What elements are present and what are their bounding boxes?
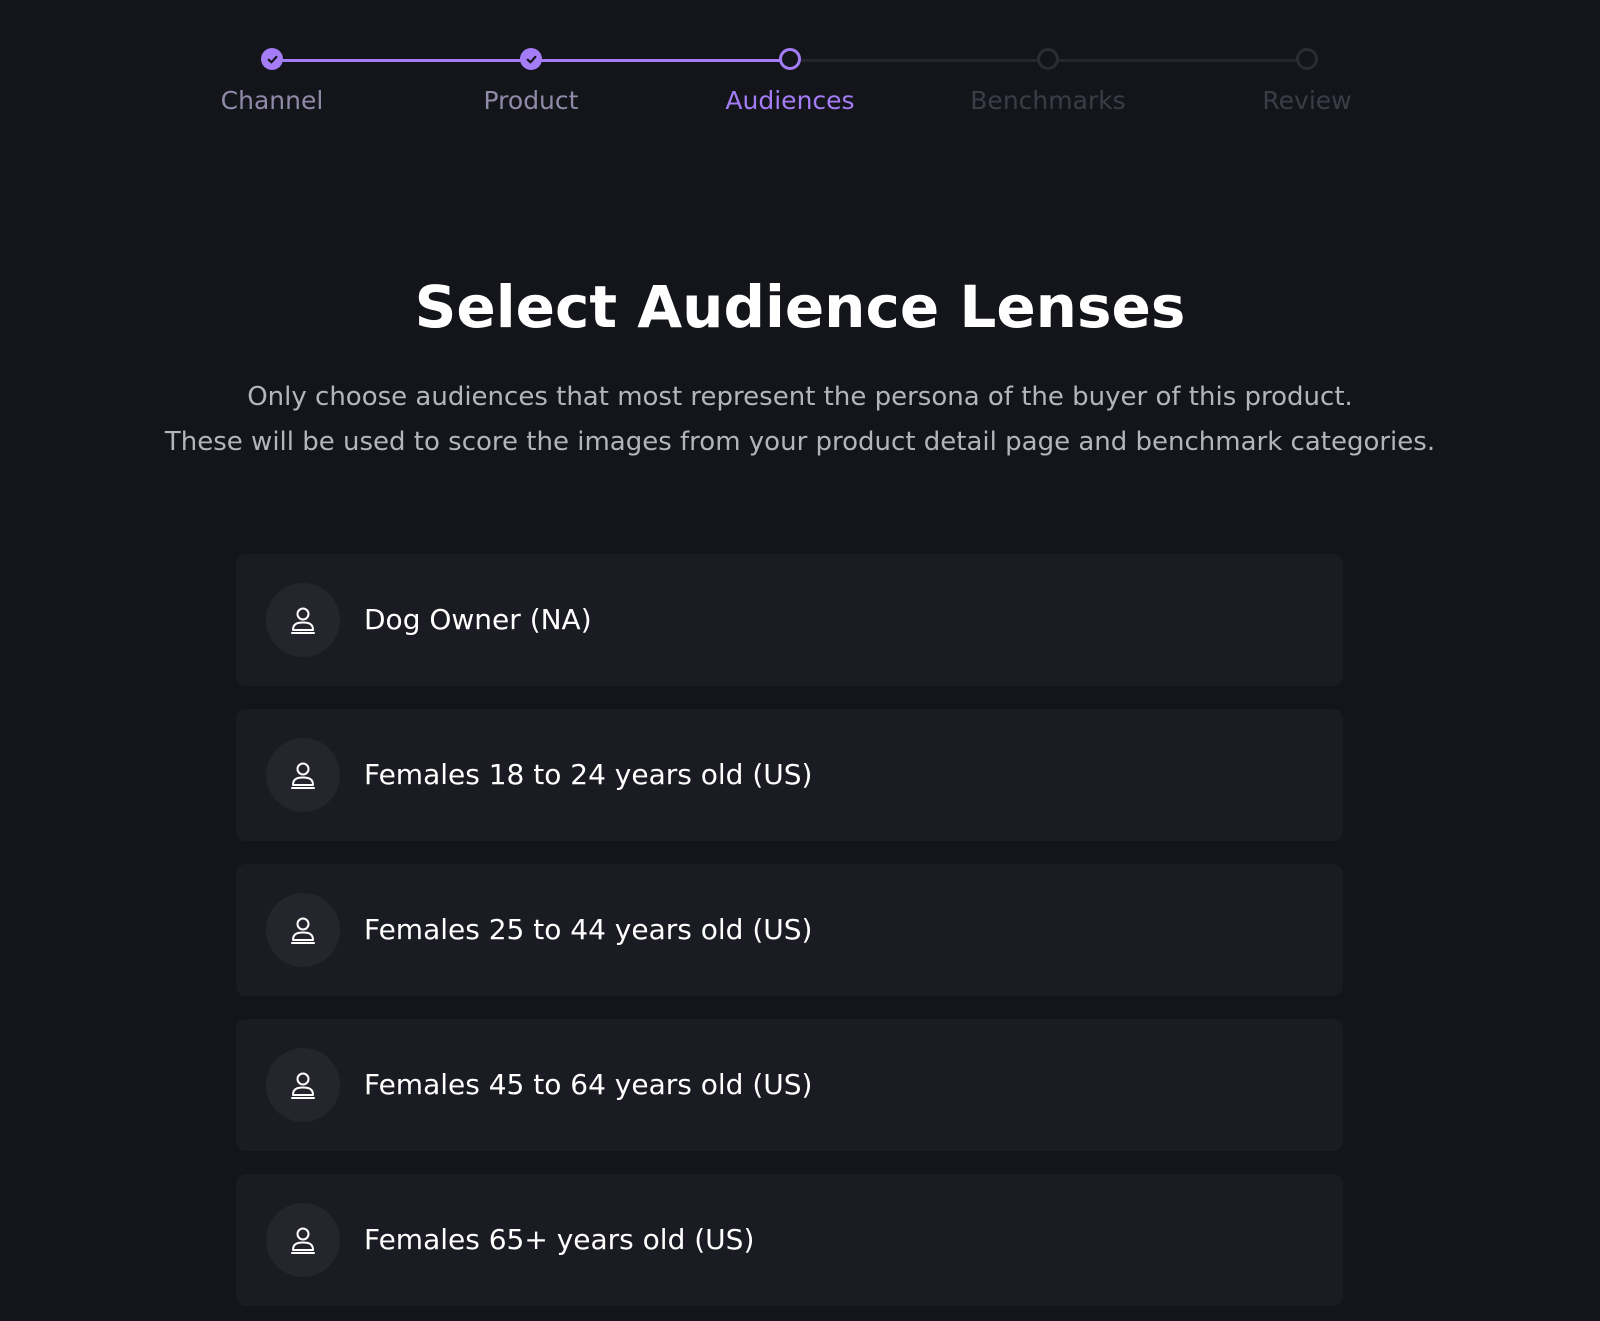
audience-option-females-45-64[interactable]: Females 45 to 64 years old (US) [236, 1019, 1343, 1151]
user-icon [266, 738, 340, 812]
user-icon [266, 1048, 340, 1122]
audience-option-females-18-24[interactable]: Females 18 to 24 years old (US) [236, 709, 1343, 841]
audience-option-dog-owner[interactable]: Dog Owner (NA) [236, 554, 1343, 686]
step-label-channel: Channel [220, 86, 324, 115]
step-review[interactable]: Review [1187, 48, 1427, 116]
user-icon [266, 583, 340, 657]
audience-label: Females 45 to 64 years old (US) [364, 1068, 813, 1101]
audience-option-females-65-plus[interactable]: Females 65+ years old (US) [236, 1174, 1343, 1306]
check-icon [520, 48, 542, 70]
progress-stepper: Channel Product Audiences Benchmarks Rev… [0, 0, 1600, 140]
step-label-audiences: Audiences [725, 86, 855, 115]
pending-step-indicator [1296, 48, 1318, 70]
page: Channel Product Audiences Benchmarks Rev… [0, 0, 1600, 1321]
audience-label: Females 65+ years old (US) [364, 1223, 755, 1256]
audience-label: Females 18 to 24 years old (US) [364, 758, 813, 791]
user-icon [266, 893, 340, 967]
step-channel[interactable]: Channel [152, 48, 392, 116]
page-title: Select Audience Lenses [414, 273, 1186, 341]
current-step-indicator [779, 48, 801, 70]
step-label-benchmarks: Benchmarks [970, 86, 1126, 115]
check-icon [261, 48, 283, 70]
step-product[interactable]: Product [411, 48, 651, 116]
step-audiences[interactable]: Audiences [670, 48, 910, 116]
audience-label: Females 25 to 44 years old (US) [364, 913, 813, 946]
step-benchmarks[interactable]: Benchmarks [928, 48, 1168, 116]
audience-label: Dog Owner (NA) [364, 603, 592, 636]
subtitle-line-2: These will be used to score the images f… [164, 427, 1436, 457]
step-label-product: Product [483, 86, 579, 115]
audience-option-females-25-44[interactable]: Females 25 to 44 years old (US) [236, 864, 1343, 996]
user-icon [266, 1203, 340, 1277]
pending-step-indicator [1037, 48, 1059, 70]
subtitle-line-1: Only choose audiences that most represen… [247, 382, 1353, 412]
audience-list: Dog Owner (NA) Females 18 to 24 years ol… [236, 554, 1343, 1321]
step-label-review: Review [1262, 86, 1352, 115]
page-subtitle: Only choose audiences that most represen… [0, 375, 1600, 465]
